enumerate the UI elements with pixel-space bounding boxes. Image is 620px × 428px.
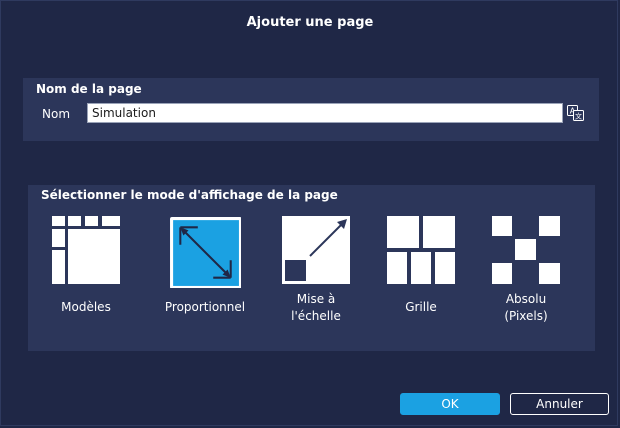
mode-label-grid: Grille bbox=[405, 300, 437, 314]
mode-label-scale-line2: l'échelle bbox=[291, 309, 341, 323]
absolute-icon bbox=[492, 216, 560, 284]
mode-label-absolute-line1: Absolu bbox=[505, 292, 547, 306]
mode-label-templates: Modèles bbox=[61, 300, 111, 314]
display-mode-section-title: Sélectionner le mode d'affichage de la p… bbox=[41, 188, 338, 202]
translate-icon[interactable]: A 文 bbox=[567, 105, 584, 121]
grid-icon bbox=[387, 216, 455, 284]
mode-label-absolute: Absolu (Pixels) bbox=[471, 291, 581, 325]
name-field-label: Nom bbox=[42, 107, 71, 121]
scale-icon bbox=[282, 216, 350, 284]
proportional-icon bbox=[170, 217, 241, 288]
page-name-section: Nom de la page Nom A 文 bbox=[23, 78, 599, 141]
templates-icon bbox=[52, 216, 120, 284]
mode-label-absolute-line2: (Pixels) bbox=[504, 309, 548, 323]
add-page-dialog: Ajouter une page Nom de la page Nom A 文 … bbox=[0, 0, 618, 426]
ok-button[interactable]: OK bbox=[400, 393, 500, 415]
page-name-input[interactable] bbox=[87, 103, 563, 123]
page-name-section-title: Nom de la page bbox=[36, 82, 142, 96]
mode-label-scale: Mise à l'échelle bbox=[261, 291, 371, 325]
dialog-title: Ajouter une page bbox=[246, 15, 374, 30]
svg-text:文: 文 bbox=[575, 112, 582, 121]
mode-label-proportional: Proportionnel bbox=[164, 300, 246, 314]
mode-label-scale-line1: Mise à bbox=[296, 292, 336, 306]
cancel-button[interactable]: Annuler bbox=[510, 393, 609, 415]
display-mode-section: Sélectionner le mode d'affichage de la p… bbox=[28, 185, 595, 351]
